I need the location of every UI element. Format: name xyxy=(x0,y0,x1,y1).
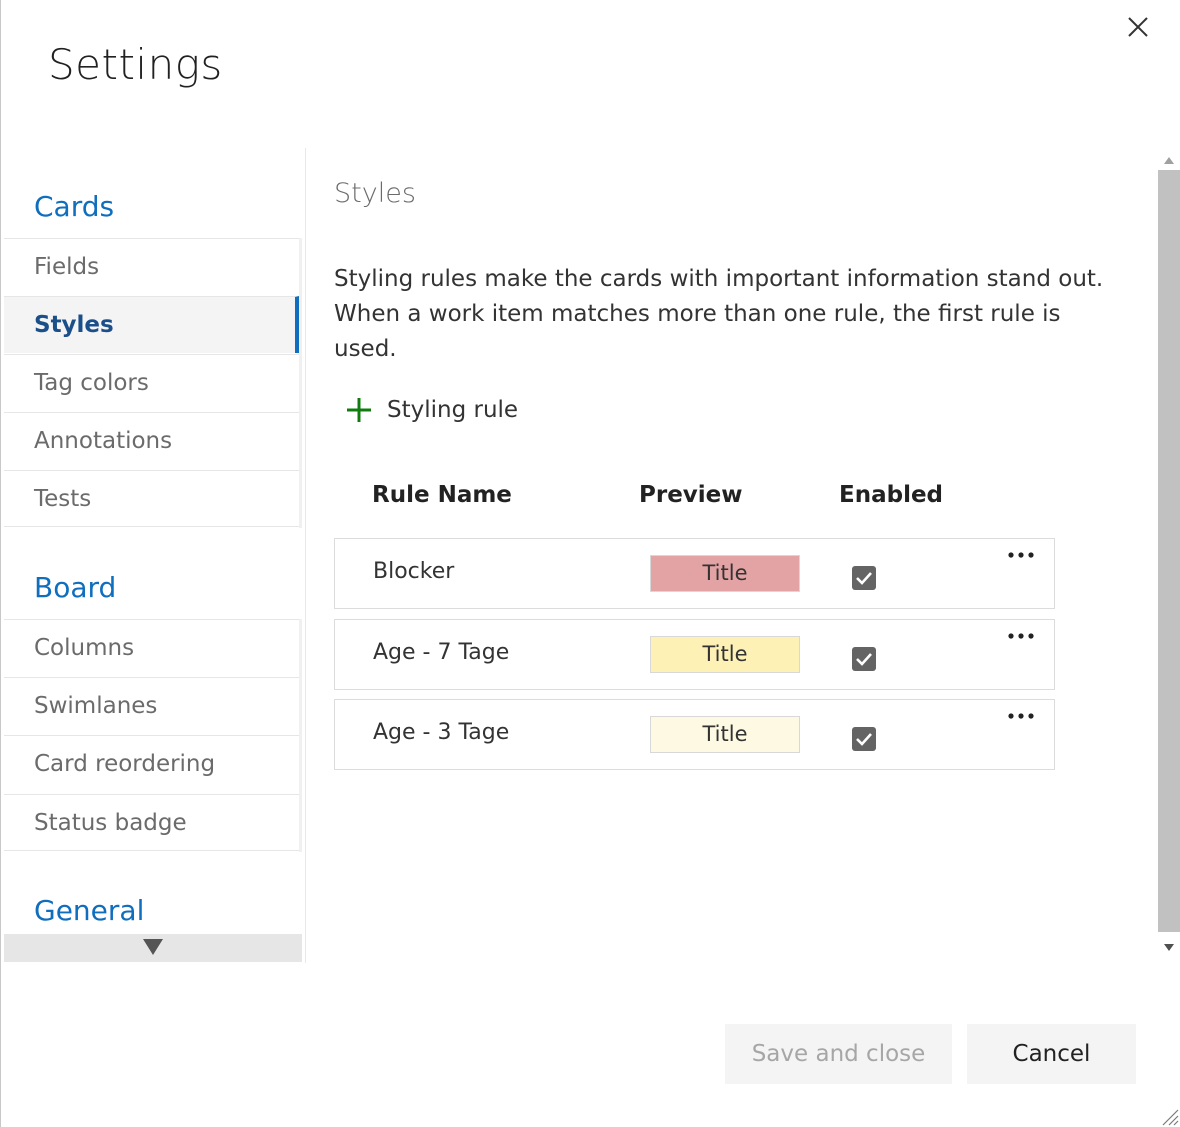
rule-row[interactable]: Age - 3 Tage Title xyxy=(334,699,1055,770)
ellipsis-icon xyxy=(1008,633,1034,639)
scrollbar-thumb[interactable] xyxy=(1158,170,1180,932)
section-heading: Styles xyxy=(334,178,416,209)
rule-name: Age - 7 Tage xyxy=(373,640,510,665)
rule-more-button[interactable] xyxy=(1003,626,1039,646)
rule-preview: Title xyxy=(650,555,800,592)
plus-icon xyxy=(347,398,371,422)
sidebar-item-card-reordering[interactable]: Card reordering xyxy=(4,735,299,792)
nav-rail xyxy=(299,619,302,852)
rule-more-button[interactable] xyxy=(1003,706,1039,726)
checkbox-checked-icon xyxy=(856,653,872,666)
close-button[interactable] xyxy=(1123,12,1153,42)
column-header-enabled: Enabled xyxy=(839,482,944,508)
checkbox-checked-icon xyxy=(856,733,872,746)
rule-name: Age - 3 Tage xyxy=(373,720,510,745)
save-and-close-button[interactable]: Save and close xyxy=(725,1024,952,1084)
group-header-general: General xyxy=(34,894,145,927)
resize-grip-icon[interactable] xyxy=(1159,1106,1179,1126)
add-styling-rule-label: Styling rule xyxy=(387,397,519,423)
content-scrollbar[interactable] xyxy=(1157,148,1180,962)
ellipsis-icon xyxy=(1008,552,1034,558)
rule-preview: Title xyxy=(650,636,800,673)
group-header-cards: Cards xyxy=(34,190,115,223)
sidebar-scroll-down-button[interactable] xyxy=(4,934,302,962)
sidebar-item-annotations[interactable]: Annotations xyxy=(4,412,299,469)
rule-enabled-checkbox[interactable] xyxy=(852,727,876,751)
rule-row[interactable]: Blocker Title xyxy=(334,538,1055,609)
sidebar-item-status-badge[interactable]: Status badge xyxy=(4,794,299,851)
sidebar-item-styles[interactable]: Styles xyxy=(4,296,299,353)
nav-rail xyxy=(299,238,302,528)
rule-name: Blocker xyxy=(373,559,455,584)
rule-more-button[interactable] xyxy=(1003,545,1039,565)
sidebar-item-fields[interactable]: Fields xyxy=(4,238,299,295)
cancel-button[interactable]: Cancel xyxy=(967,1024,1136,1084)
scroll-down-arrow-icon[interactable] xyxy=(1163,942,1175,954)
sidebar-item-tests[interactable]: Tests xyxy=(4,470,299,527)
sidebar-item-tag-colors[interactable]: Tag colors xyxy=(4,354,299,411)
close-icon xyxy=(1128,17,1148,37)
sidebar-item-columns[interactable]: Columns xyxy=(4,619,299,676)
triangle-down-icon xyxy=(143,939,163,955)
section-description: Styling rules make the cards with import… xyxy=(334,266,1104,362)
column-header-rule-name: Rule Name xyxy=(372,482,512,508)
rule-enabled-checkbox[interactable] xyxy=(852,566,876,590)
dialog-title: Settings xyxy=(48,40,223,89)
settings-sidebar: Cards Fields Styles Tag colors Annotatio… xyxy=(4,148,306,963)
group-header-board: Board xyxy=(34,571,117,604)
settings-dialog: Settings Cards Fields Styles Tag colors … xyxy=(0,0,1180,1127)
ellipsis-icon xyxy=(1008,713,1034,719)
rule-enabled-checkbox[interactable] xyxy=(852,647,876,671)
add-styling-rule-button[interactable]: Styling rule xyxy=(343,390,518,430)
checkbox-checked-icon xyxy=(856,572,872,585)
rule-row[interactable]: Age - 7 Tage Title xyxy=(334,619,1055,690)
column-header-preview: Preview xyxy=(639,482,743,508)
sidebar-item-swimlanes[interactable]: Swimlanes xyxy=(4,677,299,734)
rule-preview: Title xyxy=(650,716,800,753)
scroll-up-arrow-icon[interactable] xyxy=(1163,154,1175,166)
